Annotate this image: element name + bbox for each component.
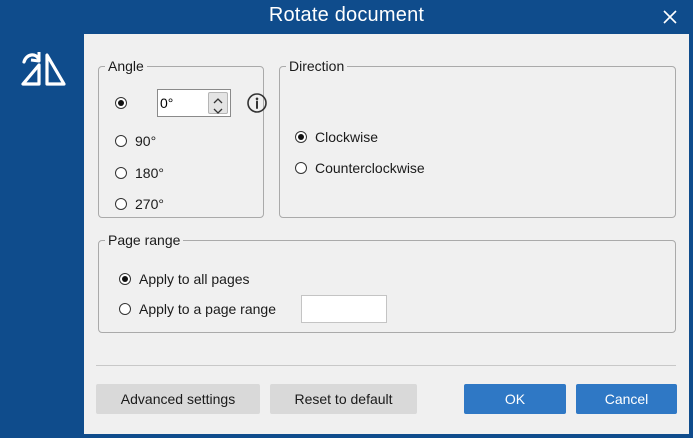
page-range-all-radio[interactable]: Apply to all pages [119, 271, 250, 287]
page-range-option-label: Apply to a page range [139, 301, 276, 317]
angle-custom-radio[interactable] [115, 97, 135, 109]
rotate-document-dialog: Rotate document Angle 0° 90° 180° 270° D… [0, 0, 693, 438]
ok-button[interactable]: OK [464, 384, 566, 414]
reset-to-default-button[interactable]: Reset to default [270, 384, 417, 414]
radio-indicator [295, 131, 307, 143]
info-icon[interactable] [246, 92, 268, 114]
angle-option-label: 180° [135, 165, 164, 181]
direction-option-label: Clockwise [315, 129, 379, 145]
radio-indicator [119, 303, 131, 315]
direction-counterclockwise-radio[interactable]: Counterclockwise [295, 160, 425, 176]
angle-option-270[interactable]: 270° [115, 196, 164, 212]
rotate-document-icon [21, 52, 66, 86]
divider [96, 365, 676, 366]
close-icon [663, 10, 677, 24]
angle-option-label: 270° [135, 196, 164, 212]
radio-indicator [119, 273, 131, 285]
spin-up-button[interactable] [209, 93, 227, 104]
window-border-right [689, 34, 693, 438]
radio-indicator [115, 135, 127, 147]
angle-option-90[interactable]: 90° [115, 133, 156, 149]
radio-indicator [115, 97, 127, 109]
angle-legend: Angle [108, 58, 144, 74]
spin-buttons [208, 92, 228, 114]
cancel-button[interactable]: Cancel [576, 384, 677, 414]
window-border-bottom [84, 434, 693, 438]
dialog-content: Angle 0° 90° 180° 270° Direction Clockwi… [84, 34, 689, 434]
page-range-custom-radio[interactable]: Apply to a page range [119, 301, 276, 317]
spin-down-button[interactable] [209, 103, 227, 114]
chevron-down-icon [213, 108, 223, 114]
page-range-group: Page range Apply to all pages Apply to a… [98, 232, 676, 333]
radio-indicator [115, 198, 127, 210]
angle-option-label: 90° [135, 133, 157, 149]
radio-indicator [295, 162, 307, 174]
direction-clockwise-radio[interactable]: Clockwise [295, 129, 378, 145]
direction-group: Direction Clockwise Counterclockwise [279, 58, 676, 218]
direction-option-label: Counterclockwise [315, 160, 425, 176]
dialog-title: Rotate document [268, 4, 425, 26]
close-button[interactable] [661, 8, 679, 26]
sidebar [0, 34, 84, 438]
advanced-settings-button[interactable]: Advanced settings [96, 384, 260, 414]
page-range-legend: Page range [108, 232, 181, 248]
direction-legend: Direction [289, 58, 345, 74]
angle-group: Angle 0° 90° 180° 270° [98, 58, 267, 218]
page-range-option-label: Apply to all pages [139, 271, 250, 287]
angle-spinbox [157, 89, 231, 117]
angle-input[interactable] [160, 93, 206, 113]
title-bar: Rotate document [0, 0, 693, 34]
radio-indicator [115, 167, 127, 179]
page-range-input[interactable] [301, 295, 387, 323]
angle-option-180[interactable]: 180° [115, 165, 164, 181]
